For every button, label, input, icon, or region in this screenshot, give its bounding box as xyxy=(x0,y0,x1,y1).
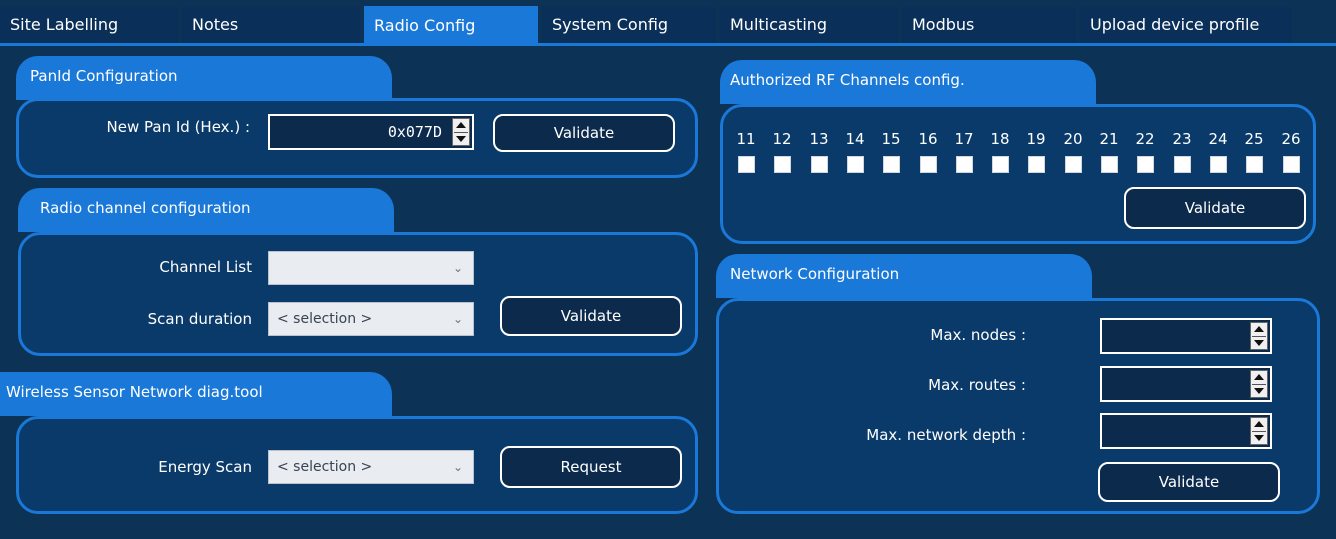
rf-channel-checkbox[interactable] xyxy=(847,156,864,173)
radio-channel-title-text: Radio channel configuration xyxy=(40,199,251,217)
panid-validate-button[interactable]: Validate xyxy=(493,114,675,152)
max-nodes-spinner-arrows-icon[interactable] xyxy=(1250,322,1268,350)
rf-channel-checkbox[interactable] xyxy=(1101,156,1118,173)
rf-channel-checkbox[interactable] xyxy=(920,156,937,173)
energy-scan-value: < selection > xyxy=(277,459,373,475)
energy-scan-dropdown[interactable]: < selection > ⌄ xyxy=(268,450,474,484)
network-panel-title: Network Configuration xyxy=(716,254,1092,298)
rf-channel-number: 25 xyxy=(1244,130,1264,148)
rf-channel-checkbox[interactable] xyxy=(1283,156,1300,173)
rf-channel-number: 16 xyxy=(918,130,938,148)
tab-system-config[interactable]: System Config xyxy=(542,7,718,43)
rf-channels-panel-title: Authorized RF Channels config. xyxy=(720,60,1096,104)
scan-duration-label: Scan duration xyxy=(147,310,252,328)
rf-channel-checkbox[interactable] xyxy=(1065,156,1082,173)
tab-modbus[interactable]: Modbus xyxy=(902,7,1078,43)
tab-site-labelling[interactable]: Site Labelling xyxy=(0,7,180,43)
panid-panel-title: PanId Configuration xyxy=(16,56,392,100)
wsn-diag-title-text: Wireless Sensor Network diag.tool xyxy=(6,383,263,401)
max-routes-label: Max. routes : xyxy=(928,376,1026,394)
pan-id-spinbox[interactable]: 0x077D xyxy=(268,114,474,150)
rf-channel-number: 19 xyxy=(1026,130,1046,148)
scan-duration-dropdown[interactable]: < selection > ⌄ xyxy=(268,302,474,336)
max-network-depth-spinner-arrows-icon[interactable] xyxy=(1250,417,1268,445)
rf-channel-number: 22 xyxy=(1135,130,1155,148)
rf-channel-number: 17 xyxy=(954,130,974,148)
channel-list-dropdown[interactable]: ⌄ xyxy=(268,251,474,285)
tab-bar: Site Labelling Notes Radio Config System… xyxy=(0,0,1336,48)
network-title-text: Network Configuration xyxy=(730,265,900,283)
channel-list-label: Channel List xyxy=(159,258,252,276)
network-validate-button[interactable]: Validate xyxy=(1098,462,1280,502)
rf-channels-validate-button[interactable]: Validate xyxy=(1124,187,1306,229)
energy-scan-request-button[interactable]: Request xyxy=(500,446,682,488)
rf-channel-checkbox[interactable] xyxy=(811,156,828,173)
rf-channel-checkbox[interactable] xyxy=(1246,156,1263,173)
rf-channel-number: 20 xyxy=(1063,130,1083,148)
rf-channel-number: 13 xyxy=(809,130,829,148)
max-network-depth-label: Max. network depth : xyxy=(866,426,1026,444)
chevron-down-icon: ⌄ xyxy=(452,261,463,275)
rf-channel-checkbox[interactable] xyxy=(883,156,900,173)
rf-channel-number: 21 xyxy=(1099,130,1119,148)
rf-channel-checkbox[interactable] xyxy=(1210,156,1227,173)
max-network-depth-spinbox[interactable] xyxy=(1100,413,1272,449)
tab-radio-config[interactable]: Radio Config xyxy=(364,6,540,46)
rf-channel-checkbox[interactable] xyxy=(738,156,755,173)
max-nodes-label: Max. nodes : xyxy=(930,326,1026,344)
tab-notes[interactable]: Notes xyxy=(182,7,362,43)
rf-channels-title-text: Authorized RF Channels config. xyxy=(730,71,965,89)
tab-underline xyxy=(0,43,1336,46)
pan-id-spinner-arrows-icon[interactable] xyxy=(452,118,470,146)
radio-channel-panel-title: Radio channel configuration xyxy=(18,188,394,232)
max-routes-spinner-arrows-icon[interactable] xyxy=(1250,370,1268,398)
rf-channel-number: 23 xyxy=(1172,130,1192,148)
radio-channel-validate-button[interactable]: Validate xyxy=(500,296,682,336)
rf-channel-checkbox[interactable] xyxy=(956,156,973,173)
rf-channel-number: 15 xyxy=(881,130,901,148)
rf-channel-checkbox[interactable] xyxy=(1174,156,1191,173)
max-routes-spinbox[interactable] xyxy=(1100,366,1272,402)
rf-channel-number: 24 xyxy=(1208,130,1228,148)
tab-upload-device-profile[interactable]: Upload device profile xyxy=(1080,7,1294,43)
chevron-down-icon: ⌄ xyxy=(452,460,463,474)
rf-channel-checkbox[interactable] xyxy=(1028,156,1045,173)
wsn-diag-panel-title: Wireless Sensor Network diag.tool xyxy=(0,372,392,416)
rf-channel-checkbox[interactable] xyxy=(774,156,791,173)
rf-channel-number: 12 xyxy=(772,130,792,148)
rf-channel-number: 11 xyxy=(736,130,756,148)
rf-channel-checkbox[interactable] xyxy=(992,156,1009,173)
rf-channel-number: 18 xyxy=(990,130,1010,148)
rf-channel-number: 14 xyxy=(845,130,865,148)
rf-channel-number: 26 xyxy=(1281,130,1301,148)
panid-title-text: PanId Configuration xyxy=(30,67,178,85)
rf-channel-checkbox[interactable] xyxy=(1137,156,1154,173)
pan-id-label: New Pan Id (Hex.) : xyxy=(106,118,250,136)
pan-id-value[interactable]: 0x077D xyxy=(388,123,442,141)
chevron-down-icon: ⌄ xyxy=(452,312,463,326)
energy-scan-label: Energy Scan xyxy=(158,458,252,476)
tab-multicasting[interactable]: Multicasting xyxy=(720,7,900,43)
scan-duration-value: < selection > xyxy=(277,311,373,327)
max-nodes-spinbox[interactable] xyxy=(1100,318,1272,354)
